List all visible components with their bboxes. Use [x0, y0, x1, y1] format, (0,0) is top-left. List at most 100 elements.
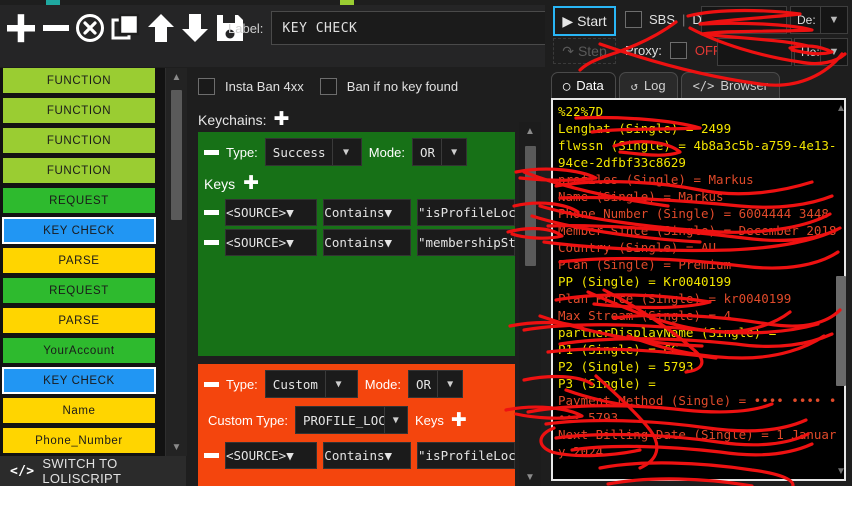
scroll-thumb[interactable]	[525, 146, 536, 266]
data-source-dropdown[interactable]	[701, 6, 787, 34]
he-value: He:	[795, 45, 820, 59]
key-value-input[interactable]: "isProfileLoc	[417, 199, 515, 226]
console-line: Payment Method (Single) = •••• •••• ••••…	[558, 392, 839, 426]
step-button[interactable]: ↷ Step	[553, 38, 616, 64]
key-source-dropdown[interactable]: <SOURCE> ▼	[225, 229, 317, 256]
block-list-item[interactable]: REQUEST	[3, 278, 155, 303]
keychain-header: Type: Custom ▼ Mode: OR ▼	[198, 370, 515, 398]
remove-keychain-button[interactable]	[204, 382, 219, 387]
block-list-item-label: FUNCTION	[47, 75, 111, 87]
console-line: Lenghat (Single) = 2499	[558, 120, 839, 137]
console-line: Plan Price (Single) = kr0040199	[558, 290, 839, 307]
chevron-down-icon: ▼	[385, 415, 407, 426]
sbs-label: SBS	[649, 12, 675, 27]
key-comparer-dropdown[interactable]: Contains ▼	[323, 199, 411, 226]
tab-log[interactable]: ↺ Log	[619, 72, 678, 98]
proxy-checkbox[interactable]	[670, 42, 687, 59]
block-list-item[interactable]: Name	[3, 398, 155, 423]
remove-key-button[interactable]	[204, 210, 219, 215]
insta-ban-checkbox[interactable]	[198, 78, 215, 95]
insta-ban-label: Insta Ban 4xx	[225, 79, 304, 94]
key-value-input[interactable]: "membershipSt	[417, 229, 515, 256]
move-down-icon[interactable]	[180, 11, 210, 45]
scroll-thumb[interactable]	[836, 276, 846, 386]
clone-icon[interactable]	[110, 11, 142, 45]
block-list-scrollbar[interactable]: ▲ ▼	[165, 68, 187, 456]
add-key-button[interactable]: ✚	[243, 174, 259, 193]
block-list-item[interactable]: FUNCTION	[3, 128, 155, 153]
toolbar-icon-group	[4, 11, 246, 45]
block-list-item[interactable]: KEY CHECK	[3, 218, 155, 243]
block-list-item[interactable]: PARSE	[3, 248, 155, 273]
move-up-icon[interactable]	[146, 11, 176, 45]
sbs-checkbox[interactable]	[625, 11, 642, 28]
keychain-header: Type: Success ▼ Mode: OR ▼	[198, 138, 515, 166]
plus-icon[interactable]	[4, 11, 38, 45]
scroll-down-arrow[interactable]: ▼	[833, 464, 849, 478]
ban-if-no-key-label: Ban if no key found	[347, 79, 458, 94]
minus-icon[interactable]	[42, 11, 70, 45]
mode-label: Mode:	[365, 377, 401, 392]
blockeditor-window: Label: ▶ Start ↷ Step SBS | Data: Proxy:…	[0, 0, 852, 486]
console-line: partnerDisplayName (Single) =	[558, 324, 839, 341]
switch-to-loliscript-button[interactable]: </> SWITCH TO LOLISCRIPT	[0, 456, 186, 486]
custom-type-dropdown[interactable]: PROFILE_LOC ▼	[295, 406, 408, 434]
scroll-up-arrow[interactable]: ▲	[166, 68, 187, 86]
block-list-item[interactable]: KEY CHECK	[3, 368, 155, 393]
proxy-source-dropdown[interactable]	[717, 38, 792, 66]
mode-dropdown[interactable]: OR ▼	[412, 138, 467, 166]
step-label: Step	[578, 43, 607, 59]
block-list[interactable]: FUNCTION FUNCTION FUNCTION FUNCTION REQUEST K…	[0, 68, 165, 456]
scroll-down-arrow[interactable]: ▼	[166, 438, 187, 456]
block-label-input[interactable]	[271, 11, 571, 45]
he-dropdown[interactable]: He: ▼	[794, 38, 848, 66]
ban-if-no-key-checkbox[interactable]	[320, 78, 337, 95]
console-scrollbar[interactable]: ▲ ▼	[833, 101, 849, 478]
block-list-item[interactable]: REQUEST	[3, 188, 155, 213]
keys-row: Keys ✚	[198, 174, 515, 193]
add-key-button[interactable]: ✚	[451, 411, 467, 430]
de-dropdown[interactable]: De: ▼	[790, 6, 848, 34]
console-line: P3 (Single) =	[558, 375, 839, 392]
keychain-custom: Type: Custom ▼ Mode: OR ▼ Custom Type: P…	[198, 364, 515, 486]
start-button[interactable]: ▶ Start	[553, 6, 616, 36]
mode-dropdown[interactable]: OR ▼	[408, 370, 463, 398]
console-line: Next Billing Date (Single) = 1 January 2…	[558, 426, 839, 460]
block-list-item-label: PARSE	[58, 315, 99, 327]
block-list-item[interactable]: PARSE	[3, 308, 155, 333]
key-comparer-dropdown[interactable]: Contains ▼	[323, 229, 411, 256]
block-list-item[interactable]: FUNCTION	[3, 158, 155, 183]
block-list-item[interactable]: Phone_Number	[3, 428, 155, 453]
console-line: %22%7D	[558, 103, 839, 120]
output-tabs: ◯ Data ↺ Log </> Browser	[551, 72, 780, 98]
console-line: Phone Number (Single) = 6004444 3448	[558, 205, 839, 222]
tab-browser[interactable]: </> Browser	[681, 72, 780, 98]
scroll-thumb[interactable]	[171, 90, 182, 220]
keys-label: Keys	[204, 176, 235, 192]
remove-key-button[interactable]	[204, 453, 219, 458]
block-list-item-label: PARSE	[58, 255, 99, 267]
block-list-item[interactable]: FUNCTION	[3, 98, 155, 123]
block-list-item[interactable]: FUNCTION	[3, 68, 155, 93]
key-source-dropdown[interactable]: <SOURCE> ▼	[225, 199, 317, 226]
add-keychain-button[interactable]: ✚	[273, 110, 289, 129]
custom-type-value: PROFILE_LOC	[296, 413, 384, 428]
history-icon: ↺	[631, 79, 638, 93]
scroll-down-arrow[interactable]: ▼	[519, 468, 541, 486]
tab-data[interactable]: ◯ Data	[551, 72, 616, 98]
editor-scrollbar[interactable]: ▲ ▼	[519, 122, 541, 486]
type-dropdown[interactable]: Success ▼	[265, 138, 362, 166]
key-source-dropdown[interactable]: <SOURCE> ▼	[225, 442, 317, 469]
key-comparer-dropdown[interactable]: Contains ▼	[323, 442, 411, 469]
remove-keychain-button[interactable]	[204, 150, 219, 155]
remove-key-button[interactable]	[204, 240, 219, 245]
type-label: Type:	[226, 145, 258, 160]
key-value-input[interactable]: "isProfileLoc	[417, 442, 515, 469]
delete-circle-icon[interactable]	[74, 11, 106, 45]
chevron-down-icon: ▼	[333, 147, 358, 158]
block-list-item[interactable]: YourAccount	[3, 338, 155, 363]
data-console[interactable]: %22%7DLenghat (Single) = 2499flwssn (Sin…	[551, 98, 846, 481]
scroll-up-arrow[interactable]: ▲	[833, 101, 849, 115]
scroll-up-arrow[interactable]: ▲	[519, 122, 541, 140]
type-dropdown[interactable]: Custom ▼	[265, 370, 358, 398]
